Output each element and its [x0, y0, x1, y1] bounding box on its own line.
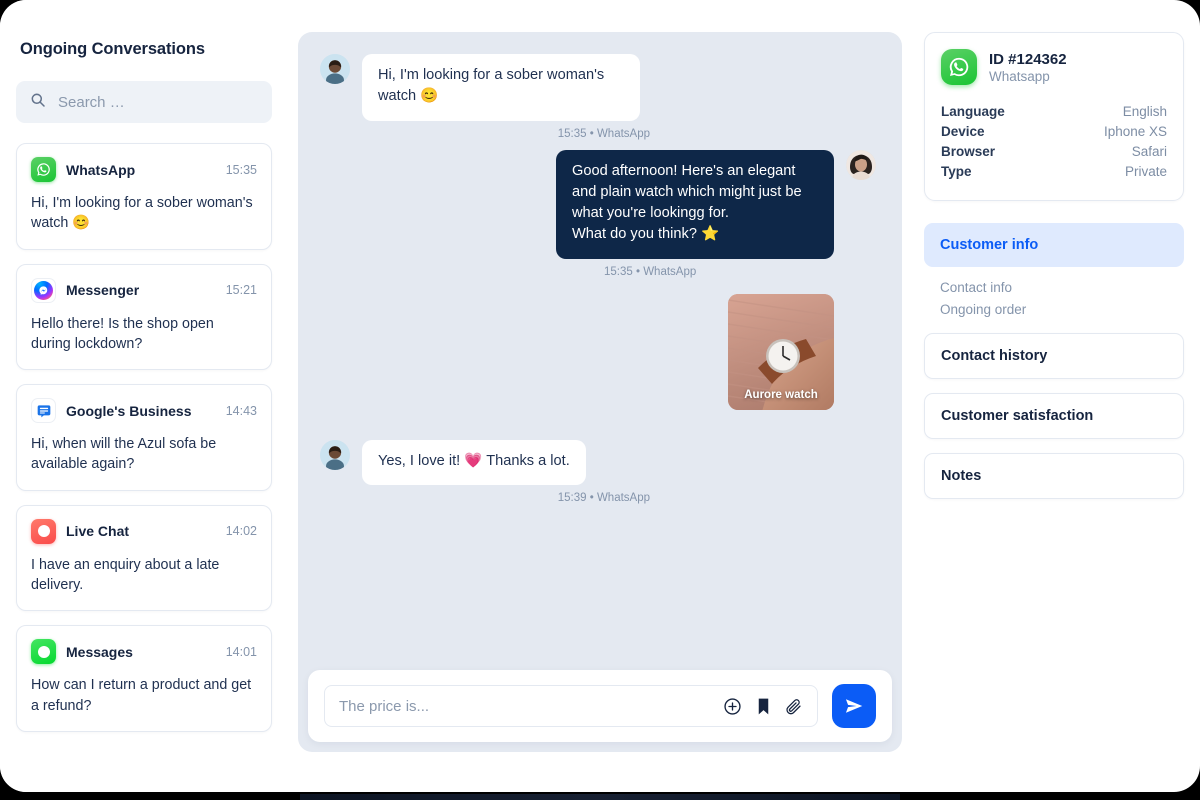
conversation-list: WhatsApp 15:35 Hi, I'm looking for a sob…	[16, 143, 272, 732]
list-item-time: 14:02	[225, 524, 257, 539]
list-item-time: 14:01	[225, 644, 257, 659]
message-text-line1: Good afternoon! Here's an elegant and pl…	[572, 162, 802, 222]
list-item[interactable]: WhatsApp 15:35 Hi, I'm looking for a sob…	[16, 143, 272, 250]
send-icon	[845, 699, 863, 713]
detail-key: Type	[941, 163, 972, 179]
clipped-bottom-strip	[300, 794, 900, 800]
incoming-message-group: Hi, I'm looking for a sober woman's watc…	[362, 54, 640, 121]
list-item-preview: Hi, when will the Azul sofa be available…	[31, 436, 217, 473]
list-item[interactable]: Google's Business 14:43 Hi, when will th…	[16, 384, 272, 491]
detail-value: English	[1122, 103, 1167, 119]
customer-info-sublinks: Contact info Ongoing order	[924, 277, 1184, 322]
message-row-product: Aurore watch	[320, 293, 876, 410]
list-item-channel: Live Chat	[66, 523, 130, 540]
customer-avatar	[320, 54, 350, 84]
conversation-header: Live Chat 14:02	[31, 518, 257, 544]
detail-value: Iphone XS	[1103, 123, 1167, 139]
search-icon	[30, 92, 46, 113]
detail-row: Type Private	[941, 161, 1167, 181]
bookmark-icon[interactable]	[756, 697, 771, 716]
detail-row: Language English	[941, 101, 1167, 121]
detail-row: Device Iphone XS	[941, 121, 1167, 141]
conversation-header: Messenger 15:21	[31, 277, 257, 303]
list-item-preview: I have an enquiry about a late delivery.	[31, 556, 220, 594]
customer-id: ID #124362	[989, 50, 1067, 68]
chat-panel: Hi, I'm looking for a sober woman's watc…	[298, 32, 902, 752]
customer-channel: Whatsapp	[989, 68, 1050, 84]
id-card-header: ID #124362 Whatsapp	[941, 49, 1167, 85]
list-item-preview: Hi, I'm looking for a sober woman's watc…	[31, 195, 253, 232]
list-item-channel: Messages	[66, 643, 133, 660]
sublink-ongoing-order[interactable]: Ongoing order	[924, 299, 1184, 321]
message-meta: 15:35 • WhatsApp	[557, 127, 650, 140]
whatsapp-icon	[31, 157, 56, 182]
list-item-time: 14:43	[225, 403, 257, 418]
paperclip-icon[interactable]	[785, 697, 803, 716]
chat-column: Hi, I'm looking for a sober woman's watc…	[288, 0, 924, 792]
customer-avatar	[320, 439, 350, 470]
list-item-channel: Messenger	[66, 282, 140, 299]
message-row-incoming: Yes, I love it! 💗 Thanks a lot.	[320, 439, 876, 486]
message-composer	[308, 670, 892, 742]
message-row-incoming: Hi, I'm looking for a sober woman's watc…	[320, 54, 876, 121]
section-customer-satisfaction[interactable]: Customer satisfaction	[924, 393, 1184, 440]
plus-circle-icon[interactable]	[723, 697, 742, 716]
composer-field[interactable]	[324, 685, 818, 727]
message-row-outgoing: Good afternoon! Here's an elegant and pl…	[320, 149, 876, 259]
customer-id-card: ID #124362 Whatsapp Language English Dev…	[924, 32, 1184, 201]
product-card[interactable]: Aurore watch	[728, 293, 834, 410]
list-item-channel: Google's Business	[66, 402, 192, 419]
message-input[interactable]	[339, 697, 709, 715]
agent-avatar	[846, 149, 876, 180]
search-input[interactable]	[58, 93, 258, 111]
customer-panel: ID #124362 Whatsapp Language English Dev…	[924, 0, 1200, 792]
search-box[interactable]	[16, 81, 272, 123]
detail-key: Browser	[941, 143, 996, 159]
page-title: Ongoing Conversations	[20, 40, 205, 58]
message-meta: 15:39 • WhatsApp	[557, 492, 650, 505]
conversation-header: Messages 14:01	[31, 639, 257, 665]
section-notes[interactable]: Notes	[924, 453, 1184, 500]
sublink-contact-info[interactable]: Contact info	[924, 277, 1184, 299]
message-bubble: Yes, I love it! 💗 Thanks a lot.	[362, 439, 586, 486]
whatsapp-icon	[941, 49, 977, 85]
send-button[interactable]	[832, 684, 876, 728]
messages-icon	[31, 639, 56, 665]
product-label: Aurore watch	[744, 388, 818, 401]
list-item-channel: WhatsApp	[66, 161, 136, 178]
detail-key: Device	[941, 123, 985, 139]
conversation-header: Google's Business 14:43	[31, 398, 257, 424]
detail-value: Safari	[1131, 143, 1167, 159]
section-customer-info[interactable]: Customer info	[924, 222, 1184, 267]
message-thread: Hi, I'm looking for a sober woman's watc…	[298, 32, 902, 752]
list-item-preview: Hello there! Is the shop open during loc…	[31, 315, 214, 352]
section-contact-history[interactable]: Contact history	[924, 333, 1184, 380]
list-item[interactable]: Messages 14:01 How can I return a produc…	[16, 625, 272, 732]
detail-key: Language	[941, 103, 1005, 119]
message-text-line2: What do you think? ⭐	[572, 226, 720, 243]
live-chat-icon	[31, 518, 56, 544]
message-bubble: Hi, I'm looking for a sober woman's watc…	[362, 54, 640, 121]
detail-row: Browser Safari	[941, 141, 1167, 161]
list-item[interactable]: Live Chat 14:02 I have an enquiry about …	[16, 504, 272, 612]
list-item-time: 15:35	[225, 162, 257, 177]
list-item-time: 15:21	[225, 283, 257, 298]
outgoing-message-group: Good afternoon! Here's an elegant and pl…	[556, 149, 876, 259]
list-item-preview: How can I return a product and get a ref…	[31, 677, 252, 714]
detail-value: Private	[1124, 163, 1167, 179]
conversation-header: WhatsApp 15:35	[31, 157, 257, 182]
app-window: Ongoing Conversations Search … WhatsApp …	[0, 0, 1200, 792]
list-item[interactable]: Messenger 15:21 Hello there! Is the shop…	[16, 263, 272, 371]
conversations-sidebar: Ongoing Conversations Search … WhatsApp …	[0, 0, 288, 792]
google-business-icon	[31, 398, 56, 424]
message-meta: 15:35 • WhatsApp	[604, 265, 697, 278]
message-bubble: Good afternoon! Here's an elegant and pl…	[556, 149, 834, 259]
messenger-icon	[31, 277, 56, 303]
